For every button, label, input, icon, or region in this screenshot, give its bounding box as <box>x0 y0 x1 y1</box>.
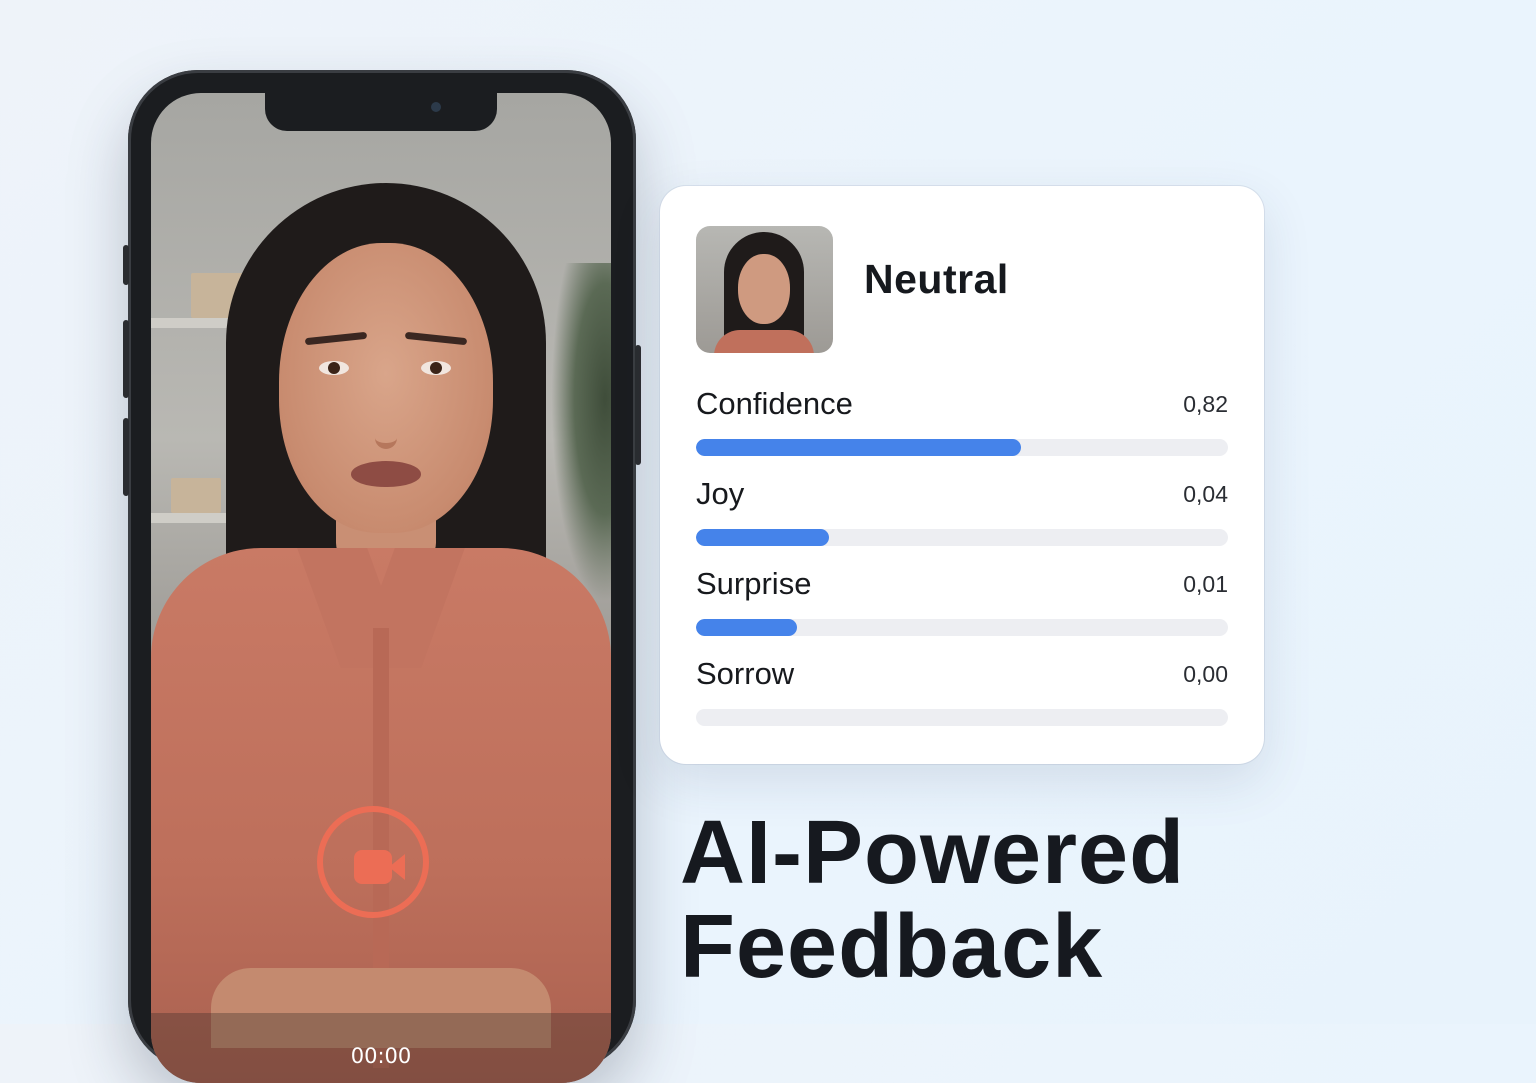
metric-bar-track <box>696 439 1228 456</box>
metric-row: Confidence 0,82 <box>696 386 1228 466</box>
nose <box>375 393 397 449</box>
mouth <box>351 461 421 487</box>
record-button[interactable] <box>317 806 429 918</box>
phone-notch <box>265 93 497 131</box>
eye <box>319 361 349 375</box>
metric-bar-track <box>696 529 1228 546</box>
metric-label: Surprise <box>696 566 812 601</box>
eyebrow <box>304 331 368 346</box>
metric-bar-fill <box>696 439 1021 456</box>
metric-bar-fill <box>696 619 798 636</box>
metric-value: 0,82 <box>1183 391 1228 417</box>
metric-row: Surprise 0,01 <box>696 566 1228 646</box>
power-button <box>635 345 641 465</box>
background-box <box>171 478 221 513</box>
metric-row: Sorrow 0,00 <box>696 656 1228 736</box>
volume-up-button <box>123 320 129 398</box>
emotion-analysis-card: Neutral Confidence 0,82 Joy 0,04 Surpris… <box>660 186 1264 764</box>
metric-bar-fill <box>696 529 829 546</box>
background-plant <box>551 263 611 603</box>
person-face <box>279 243 493 533</box>
camera-preview: 00:00 <box>151 93 611 1083</box>
metric-row: Joy 0,04 <box>696 476 1228 556</box>
metric-value: 0,04 <box>1183 481 1228 507</box>
metric-value: 0,00 <box>1183 661 1228 687</box>
phone-mockup: 00:00 <box>123 70 641 1083</box>
headline-line: Feedback <box>680 897 1104 997</box>
silent-switch <box>123 245 129 285</box>
headline: AI-Powered Feedback <box>680 806 1185 994</box>
eyebrow <box>404 331 468 346</box>
metric-value: 0,01 <box>1183 571 1228 597</box>
detected-emotion: Neutral <box>864 256 1009 302</box>
face-thumbnail <box>696 226 833 353</box>
metric-label: Confidence <box>696 386 853 421</box>
metric-bar-track <box>696 619 1228 636</box>
eye <box>421 361 451 375</box>
metric-label: Joy <box>696 476 745 511</box>
recording-timer: 00:00 <box>350 1044 412 1068</box>
metric-label: Sorrow <box>696 656 795 691</box>
metric-bar-track <box>696 709 1228 726</box>
headline-line: AI-Powered <box>680 803 1186 903</box>
volume-down-button <box>123 418 129 496</box>
